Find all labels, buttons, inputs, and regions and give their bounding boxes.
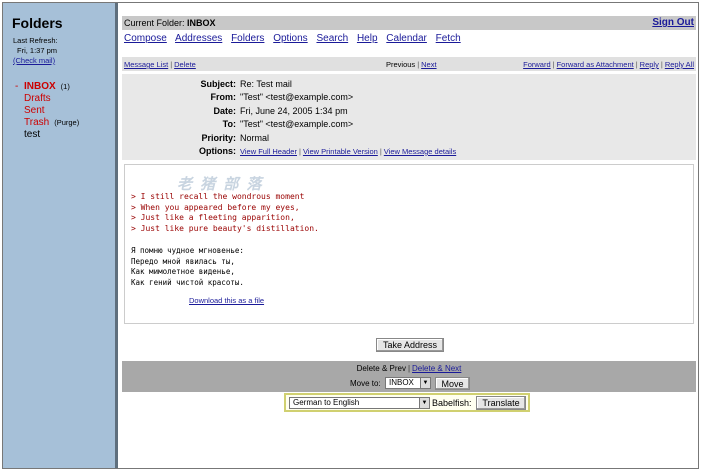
to-value: "Test" <test@example.com>: [240, 119, 354, 130]
message-list-link[interactable]: Message List: [124, 60, 168, 69]
purge-link[interactable]: (Purge): [54, 117, 79, 129]
current-folder-label: Current Folder:: [124, 18, 185, 28]
subject-value: Re: Test mail: [240, 78, 292, 89]
current-folder-bar: Current Folder: INBOX Sign Out: [122, 16, 696, 30]
next-link[interactable]: Next: [421, 60, 436, 69]
sidebar-title: Folders: [12, 15, 63, 31]
take-address-button[interactable]: Take Address: [376, 338, 444, 352]
check-mail-link[interactable]: (Check mail): [13, 56, 55, 65]
priority-value: Normal: [240, 132, 270, 143]
refresh-label: Last Refresh:: [13, 36, 58, 45]
sign-out-link[interactable]: Sign Out: [652, 17, 694, 28]
menu-fetch[interactable]: Fetch: [436, 33, 461, 44]
view-printable-link[interactable]: View Printable Version: [303, 147, 378, 156]
folder-item-inbox[interactable]: - INBOX (1): [15, 81, 79, 93]
header-to: To: "Test" <test@example.com>: [122, 118, 456, 132]
folder-name[interactable]: Drafts: [24, 93, 51, 105]
date-value: Fri, June 24, 2005 1:34 pm: [240, 105, 348, 116]
move-folder-select[interactable]: INBOX ▼: [385, 377, 431, 389]
menu-help[interactable]: Help: [357, 33, 378, 44]
translate-button[interactable]: Translate: [476, 396, 526, 410]
chevron-down-icon: ▼: [419, 398, 429, 408]
menu-search[interactable]: Search: [316, 33, 348, 44]
menu-addresses[interactable]: Addresses: [175, 33, 222, 44]
header-options: Options: View Full Header | View Printable…: [199, 146, 457, 157]
folder-item-test[interactable]: test: [15, 129, 79, 141]
folder-item-sent[interactable]: Sent: [15, 105, 79, 117]
folder-sidebar: Folders Last Refresh: Fri, 1:37 pm (Chec…: [3, 3, 115, 468]
main-menu: Compose Addresses Folders Options Search…: [124, 33, 467, 44]
reply-link[interactable]: Reply: [640, 60, 659, 69]
forward-attachment-link[interactable]: Forward as Attachment: [557, 60, 634, 69]
view-full-header-link[interactable]: View Full Header: [240, 147, 297, 156]
babelfish-label: Babelfish:: [432, 398, 472, 408]
delete-next-link[interactable]: Delete & Next: [412, 364, 461, 373]
folder-name[interactable]: Trash: [24, 117, 49, 129]
folder-name[interactable]: INBOX: [24, 81, 56, 93]
folder-item-trash[interactable]: Trash (Purge): [15, 117, 79, 129]
message-text: Я помню чудное мгновенье: Передо мной яв…: [131, 246, 244, 287]
unread-count: (1): [60, 82, 70, 91]
from-value: "Test" <test@example.com>: [240, 92, 354, 103]
last-refresh: Last Refresh: Fri, 1:37 pm (Check mail): [13, 36, 58, 66]
folder-item-drafts[interactable]: Drafts: [15, 93, 79, 105]
view-details-link[interactable]: View Message details: [384, 147, 456, 156]
header-subject: Subject: Re: Test mail: [122, 77, 456, 91]
chevron-down-icon: ▼: [420, 378, 430, 388]
reply-all-link[interactable]: Reply All: [665, 60, 694, 69]
refresh-time: Fri, 1:37 pm: [17, 46, 58, 55]
move-button[interactable]: Move: [435, 377, 470, 390]
folder-name[interactable]: Sent: [24, 105, 45, 117]
folder-list: - INBOX (1) Drafts Sent Trash (Purge) te…: [15, 81, 79, 141]
message-headers: Subject: Re: Test mail From: "Test" <test@…: [122, 74, 696, 160]
menu-options[interactable]: Options: [273, 33, 307, 44]
delete-prev-label: Delete & Prev: [356, 364, 406, 373]
babelfish-translate-bar: German to English ▼ Babelfish: Translate: [284, 393, 530, 412]
header-from: From: "Test" <test@example.com>: [122, 91, 456, 105]
quoted-text: > I still recall the wondrous moment > W…: [131, 192, 319, 233]
current-folder-marker: -: [15, 81, 19, 92]
download-link[interactable]: Download this as a file: [189, 296, 264, 305]
delete-link[interactable]: Delete: [174, 60, 196, 69]
message-nav-bar: Message List | Delete Previous | Next Forwar…: [122, 57, 696, 71]
forward-link[interactable]: Forward: [523, 60, 551, 69]
current-folder-name: INBOX: [187, 18, 216, 28]
translate-language-select[interactable]: German to English ▼: [289, 397, 430, 409]
previous-label: Previous: [386, 60, 416, 69]
watermark: 老 猪 部 落: [177, 176, 264, 193]
menu-compose[interactable]: Compose: [124, 33, 167, 44]
header-date: Date: Fri, June 24, 2005 1:34 pm: [122, 104, 456, 118]
message-actions-bar: Delete & Prev | Delete & Next Move to: INB…: [122, 361, 696, 392]
message-view: Current Folder: INBOX Sign Out Compose A…: [118, 3, 698, 468]
message-body: 老 猪 部 落 > I still recall the wondrous mo…: [124, 164, 694, 324]
folder-name[interactable]: test: [24, 129, 40, 141]
menu-folders[interactable]: Folders: [231, 33, 264, 44]
menu-calendar[interactable]: Calendar: [386, 33, 427, 44]
move-to-label: Move to:: [350, 379, 381, 388]
header-priority: Priority: Normal: [122, 131, 456, 145]
